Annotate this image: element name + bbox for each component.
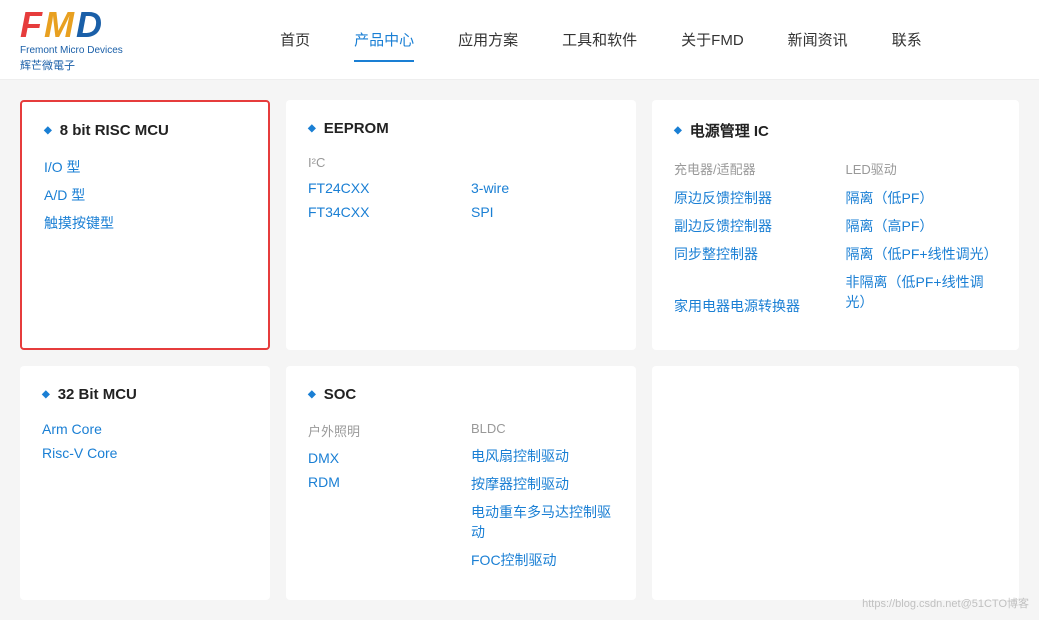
eeprom-i2c-header: I²C — [308, 155, 451, 170]
logo-area: FMD Fremont Micro Devices 辉芒微電子 — [20, 7, 123, 73]
link-secondary-feedback[interactable]: 副边反馈控制器 — [674, 216, 826, 236]
nav-news[interactable]: 新闻资讯 — [766, 21, 870, 58]
card-8bit-title: 8 bit RISC MCU — [44, 122, 246, 139]
link-3wire[interactable]: 3-wire — [471, 180, 614, 196]
card-soc: SOC 户外照明 DMX RDM BLDC 电风扇控制驱动 按摩器控制驱动 电动… — [286, 366, 636, 600]
link-massager-control[interactable]: 按摩器控制驱动 — [471, 474, 614, 494]
logo-fmd: FMD — [20, 7, 123, 43]
power-cols: 充电器/适配器 原边反馈控制器 副边反馈控制器 同步整控制器 家用电器电源转换器… — [674, 159, 997, 324]
nav-contact[interactable]: 联系 — [870, 21, 944, 58]
link-home-appliance[interactable]: 家用电器电源转换器 — [674, 296, 826, 316]
link-rdm[interactable]: RDM — [308, 474, 451, 490]
card-empty — [652, 366, 1019, 600]
link-ft24cxx[interactable]: FT24CXX — [308, 180, 451, 196]
logo-cn: 辉芒微電子 — [20, 57, 123, 73]
link-ad-type[interactable]: A/D 型 — [44, 185, 246, 205]
main-content: 8 bit RISC MCU I/O 型 A/D 型 触摸按键型 EEPROM … — [0, 80, 1039, 620]
main-nav: 首页 产品中心 应用方案 工具和软件 关于FMD 新闻资讯 联系 — [183, 21, 1019, 58]
card-soc-title: SOC — [308, 386, 614, 403]
led-header: LED驱动 — [846, 159, 998, 178]
nav-tools[interactable]: 工具和软件 — [540, 21, 659, 58]
soc-cols: 户外照明 DMX RDM BLDC 电风扇控制驱动 按摩器控制驱动 电动重车多马… — [308, 421, 614, 578]
nav-solutions[interactable]: 应用方案 — [436, 21, 540, 58]
link-primary-feedback[interactable]: 原边反馈控制器 — [674, 188, 826, 208]
link-riscv-core[interactable]: Risc-V Core — [42, 445, 248, 461]
soc-col-outdoor: 户外照明 DMX RDM — [308, 421, 451, 578]
logo-sub: Fremont Micro Devices — [20, 45, 123, 56]
link-foc-control[interactable]: FOC控制驱动 — [471, 550, 614, 570]
link-ev-motor-control[interactable]: 电动重车多马达控制驱动 — [471, 502, 614, 542]
eeprom-wire-header — [471, 155, 614, 170]
link-fan-control[interactable]: 电风扇控制驱动 — [471, 446, 614, 466]
card-power-ic: 电源管理 IC 充电器/适配器 原边反馈控制器 副边反馈控制器 同步整控制器 家… — [652, 100, 1019, 350]
link-isolated-low-pf-dimmer[interactable]: 隔离（低PF+线性调光） — [846, 244, 998, 264]
eeprom-col-i2c: I²C FT24CXX FT34CXX — [308, 155, 451, 228]
card-32bit-mcu: 32 Bit MCU Arm Core Risc-V Core — [20, 366, 270, 600]
card-8bit-risc-mcu: 8 bit RISC MCU I/O 型 A/D 型 触摸按键型 — [20, 100, 270, 350]
card-power-title: 电源管理 IC — [674, 120, 997, 141]
nav-products[interactable]: 产品中心 — [332, 21, 436, 58]
card-eeprom: EEPROM I²C FT24CXX FT34CXX 3-wire SPI — [286, 100, 636, 350]
power-col-led: LED驱动 隔离（低PF） 隔离（高PF） 隔离（低PF+线性调光） 非隔离（低… — [846, 159, 998, 324]
link-non-isolated-dimmer[interactable]: 非隔离（低PF+线性调光） — [846, 272, 998, 312]
card-32bit-title: 32 Bit MCU — [42, 386, 248, 403]
eeprom-col-wire: 3-wire SPI — [471, 155, 614, 228]
link-spi[interactable]: SPI — [471, 204, 614, 220]
cards-row-2: 32 Bit MCU Arm Core Risc-V Core SOC 户外照明… — [20, 366, 1019, 600]
outdoor-header: 户外照明 — [308, 421, 451, 440]
bldc-header: BLDC — [471, 421, 614, 436]
link-ft34cxx[interactable]: FT34CXX — [308, 204, 451, 220]
link-dmx[interactable]: DMX — [308, 450, 451, 466]
nav-home[interactable]: 首页 — [258, 21, 332, 58]
link-isolated-high-pf[interactable]: 隔离（高PF） — [846, 216, 998, 236]
eeprom-cols: I²C FT24CXX FT34CXX 3-wire SPI — [308, 155, 614, 228]
header: FMD Fremont Micro Devices 辉芒微電子 首页 产品中心 … — [0, 0, 1039, 80]
link-isolated-low-pf[interactable]: 隔离（低PF） — [846, 188, 998, 208]
card-eeprom-title: EEPROM — [308, 120, 614, 137]
soc-col-bldc: BLDC 电风扇控制驱动 按摩器控制驱动 电动重车多马达控制驱动 FOC控制驱动 — [471, 421, 614, 578]
watermark: https://blog.csdn.net@51CTO博客 — [862, 595, 1029, 611]
link-touch-type[interactable]: 触摸按键型 — [44, 213, 246, 233]
charger-header: 充电器/适配器 — [674, 159, 826, 178]
power-col-charger: 充电器/适配器 原边反馈控制器 副边反馈控制器 同步整控制器 家用电器电源转换器 — [674, 159, 826, 324]
nav-about[interactable]: 关于FMD — [659, 21, 766, 58]
link-sync-rectifier[interactable]: 同步整控制器 — [674, 244, 826, 264]
cards-row-1: 8 bit RISC MCU I/O 型 A/D 型 触摸按键型 EEPROM … — [20, 100, 1019, 350]
link-io-type[interactable]: I/O 型 — [44, 157, 246, 177]
link-arm-core[interactable]: Arm Core — [42, 421, 248, 437]
